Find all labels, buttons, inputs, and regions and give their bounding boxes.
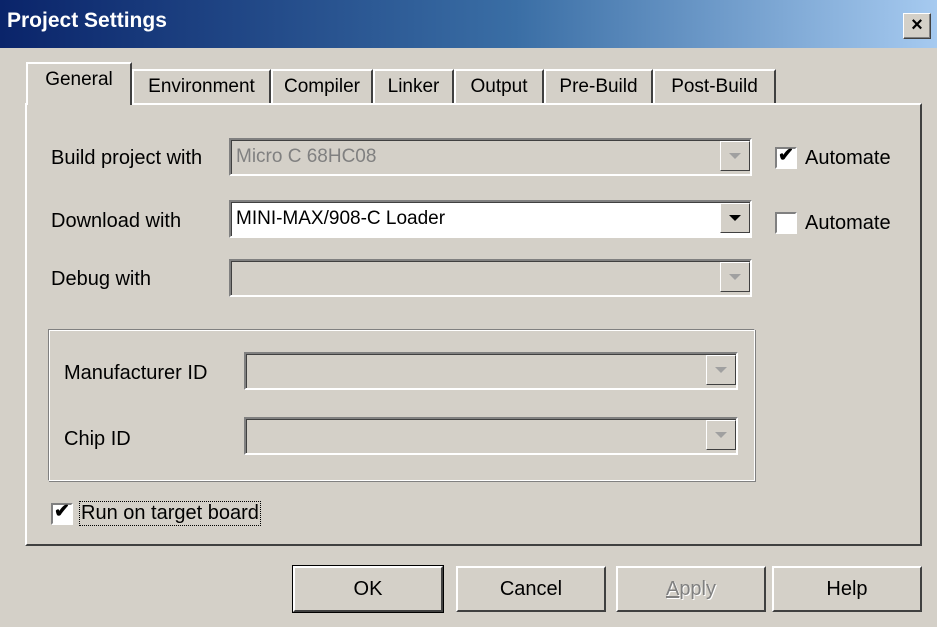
apply-button[interactable]: Apply [616,566,766,612]
tab-label: Environment [148,76,255,97]
close-icon: × [911,14,923,36]
manufacturer-id-combo [244,352,738,390]
tab-linker[interactable]: Linker [373,69,454,103]
check-icon: ✔ [778,145,794,166]
apply-accelerator: A [665,578,680,600]
build-automate-label[interactable]: Automate [805,147,891,170]
chevron-down-icon [706,355,736,385]
chevron-down-icon [706,420,736,450]
build-project-value: Micro C 68HC08 [236,146,377,167]
run-on-target-checkbox[interactable]: ✔ [51,501,73,525]
download-with-label: Download with [51,210,182,232]
download-automate-label[interactable]: Automate [805,212,891,235]
title-bar[interactable]: Project Settings × [0,0,937,48]
cancel-button[interactable]: Cancel [456,566,606,612]
check-icon: ✔ [54,501,70,522]
tab-environment[interactable]: Environment [132,69,271,103]
debug-with-label: Debug with [51,268,152,290]
tab-post-build[interactable]: Post-Build [653,69,776,103]
tab-general[interactable]: General [26,62,132,105]
apply-label: pply [679,578,717,600]
download-with-combo[interactable]: MINI-MAX/908-C Loader [229,200,752,238]
cancel-label: Cancel [499,578,563,600]
tab-label: Post-Build [671,76,758,97]
run-on-target-label[interactable]: Run on target board [79,501,261,526]
help-button[interactable]: Help [772,566,922,612]
chip-id-label: Chip ID [64,428,131,450]
chevron-down-icon [720,141,750,171]
manufacturer-id-label: Manufacturer ID [64,362,208,384]
project-settings-dialog: Project Settings × Environment Compiler … [0,0,937,627]
download-automate-checkbox[interactable] [775,212,797,234]
debug-with-combo [229,259,752,297]
build-project-label: Build project with [51,147,203,169]
tab-label: Linker [387,76,440,97]
tab-label: Compiler [283,76,361,97]
chevron-down-icon [720,262,750,292]
ok-label: OK [353,578,383,600]
ok-button[interactable]: OK [292,565,444,613]
build-automate-checkbox[interactable]: ✔ [775,145,797,169]
close-button[interactable]: × [903,13,931,39]
tab-label: General [45,69,113,90]
tab-label: Pre-Build [559,76,638,97]
tab-label: Output [470,76,528,97]
download-with-value: MINI-MAX/908-C Loader [236,208,446,229]
window-title: Project Settings [7,9,167,32]
tab-pre-build[interactable]: Pre-Build [544,69,653,103]
build-project-combo: Micro C 68HC08 [229,138,752,176]
tab-compiler[interactable]: Compiler [271,69,373,103]
help-label: Help [826,578,868,600]
chevron-down-icon[interactable] [720,203,750,233]
chip-id-combo [244,417,738,455]
tab-output[interactable]: Output [454,69,544,103]
